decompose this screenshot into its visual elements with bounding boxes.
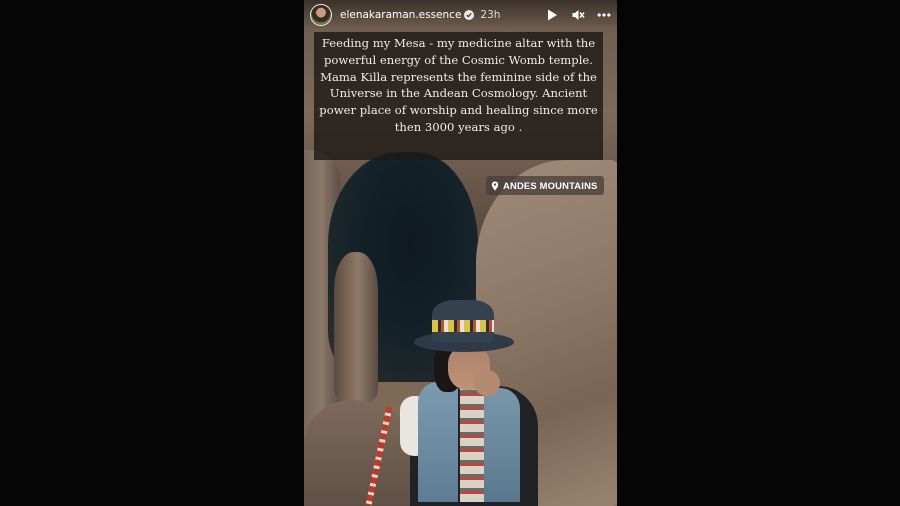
denim-vest-right bbox=[484, 388, 520, 502]
play-icon[interactable] bbox=[545, 8, 559, 22]
denim-vest-left bbox=[418, 382, 458, 502]
avatar[interactable] bbox=[310, 4, 332, 26]
hand bbox=[474, 370, 500, 396]
speaker-muted-icon[interactable] bbox=[571, 8, 585, 22]
woman-in-hat bbox=[365, 296, 574, 506]
story-caption: Feeding my Mesa - my medicine altar with… bbox=[314, 32, 603, 160]
location-sticker[interactable]: ANDES MOUNTAINS bbox=[486, 176, 604, 195]
story-controls bbox=[545, 8, 611, 22]
story-viewer[interactable]: elenakaraman.essence 23h Feeding my Mesa… bbox=[304, 0, 617, 506]
post-time: 23h bbox=[480, 9, 501, 21]
more-dots-icon[interactable] bbox=[597, 8, 611, 22]
woven-scarf bbox=[460, 382, 484, 502]
location-pin-icon bbox=[491, 181, 499, 190]
story-header: elenakaraman.essence 23h bbox=[304, 0, 617, 30]
hat-band bbox=[432, 320, 494, 332]
username[interactable]: elenakaraman.essence bbox=[340, 9, 461, 21]
location-label: ANDES MOUNTAINS bbox=[503, 180, 598, 191]
screen: elenakaraman.essence 23h Feeding my Mesa… bbox=[0, 0, 900, 506]
verified-badge-icon bbox=[464, 10, 475, 20]
rock-pillar bbox=[334, 252, 378, 402]
